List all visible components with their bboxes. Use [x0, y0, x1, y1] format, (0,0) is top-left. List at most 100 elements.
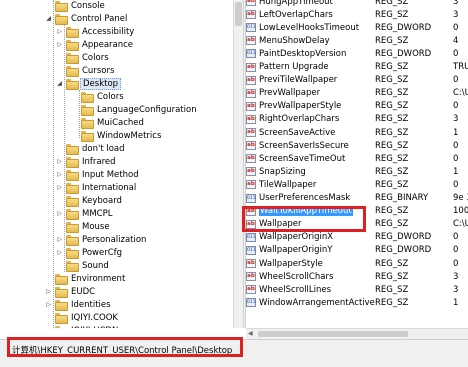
tree-item-label: Colors [97, 91, 124, 102]
value-row[interactable]: 011 WallpaperOriginY REG_DWORD 0 [246, 244, 468, 257]
expand-arrow-icon[interactable]: ▷ [45, 301, 52, 308]
tree-item[interactable]: Colors [71, 90, 126, 103]
tree-item[interactable]: LanguageConfiguration [71, 103, 199, 116]
tree-item[interactable]: Console [45, 0, 107, 12]
value-row[interactable]: ab TileWallpaper REG_SZ 0 [246, 178, 468, 191]
value-row[interactable]: 011 LowLevelHooksTimeout REG_DWORD 0 [246, 21, 468, 34]
binary-value-icon: 011 [246, 298, 256, 308]
registry-values-list[interactable]: ab HungAppTimeout REG_SZ 3 ab LeftOverlapChar… [246, 0, 468, 328]
value-name: LowLevelHooksTimeout [259, 22, 360, 33]
value-data: 0 [453, 232, 459, 243]
value-row[interactable]: ab SnapSizing REG_SZ 1 [246, 165, 468, 178]
value-row[interactable]: 011UserPreferencesMask REG_BINARY 9e 3 [246, 192, 468, 205]
tree-item[interactable]: Colors [56, 51, 111, 64]
value-type: REG_SZ [375, 206, 409, 217]
value-row[interactable]: 011 PaintDesktopVersion REG_DWORD 0 [246, 47, 468, 60]
tree-item[interactable]: Cursors [56, 64, 116, 77]
value-row[interactable]: ab Pattern Upgrade REG_SZ TRU [246, 61, 468, 74]
value-row[interactable]: ab WaitToKillAppTimeout REG_SZ 100 [246, 205, 468, 218]
tree-item[interactable]: MuiCached [71, 116, 146, 129]
folder-icon [66, 222, 79, 233]
value-type: REG_DWORD [375, 48, 432, 59]
tree-item[interactable]: ▷ Identities [45, 298, 113, 311]
tree-item[interactable]: ▷ Accessibility [56, 25, 136, 38]
value-type: REG_SZ [375, 284, 409, 295]
tree-item-label: Colors [82, 52, 109, 63]
tree-item[interactable]: IQIYI.HCDN [45, 324, 120, 328]
tree-item[interactable]: ▷ PowerCfg [56, 246, 124, 259]
value-data: TRU [453, 62, 468, 72]
tree-item-label: MuiCached [97, 117, 144, 128]
expand-arrow-icon[interactable]: ▷ [56, 249, 63, 256]
expand-arrow-icon[interactable]: ▷ [56, 210, 63, 217]
value-row[interactable]: ab Wallpaper REG_SZ C:\U [246, 218, 468, 231]
value-row[interactable]: 011 WallpaperOriginX REG_DWORD 0 [246, 231, 468, 244]
expand-arrow-icon[interactable]: ▷ [56, 184, 63, 191]
tree-item[interactable]: IQIYI.COOK [45, 311, 120, 324]
tree-item[interactable]: ▷ International [56, 181, 138, 194]
tree-item-label: IQIYI.COOK [71, 312, 118, 323]
value-name-cell: ab MenuShowDelay [246, 36, 330, 46]
expand-arrow-icon[interactable]: ▷ [56, 171, 63, 178]
tree-item[interactable]: Keyboard [56, 194, 124, 207]
tree-item[interactable]: Sound [56, 259, 111, 272]
expand-arrow-icon[interactable]: ▷ [45, 288, 52, 295]
tree-scroll-thumb[interactable] [235, 2, 242, 26]
folder-icon [66, 27, 79, 38]
value-row[interactable]: ab HungAppTimeout REG_SZ 3 [246, 0, 468, 8]
tree-item[interactable]: don't load [56, 142, 127, 155]
value-type: REG_DWORD [375, 245, 432, 256]
value-row[interactable]: ab PreviTileWallpaper REG_SZ 0 [246, 74, 468, 87]
tree-item[interactable]: Environment [45, 272, 127, 285]
value-name-cell: ab PrevWallpaper [246, 88, 320, 98]
tree-item[interactable]: ▷ Infrared [56, 155, 118, 168]
expand-arrow-icon[interactable]: ▷ [56, 41, 63, 48]
scroll-left-icon[interactable]: ◀ [248, 330, 256, 338]
tree-item[interactable]: ◢ Desktop [56, 77, 122, 90]
tree-vertical-scrollbar[interactable] [233, 0, 243, 328]
tree-item[interactable]: ▷ MMCPL [56, 207, 114, 220]
tree-item[interactable]: WindowMetrics [71, 129, 163, 142]
value-row[interactable]: ab PrevWallpaperStyle REG_SZ 0 [246, 100, 468, 113]
status-path: 计算机\HKEY_CURRENT_USER\Control Panel\Desk… [12, 346, 233, 356]
expand-arrow-icon[interactable]: ◢ [45, 15, 52, 22]
value-row[interactable]: ab ScreenSaverIsSecure REG_SZ 0 [246, 139, 468, 152]
values-scroll-thumb[interactable] [258, 331, 408, 337]
value-name: WallpaperStyle [259, 258, 323, 269]
value-row[interactable]: ab RightOverlapChars REG_SZ 3 [246, 113, 468, 126]
expand-arrow-icon[interactable]: ▷ [56, 158, 63, 165]
tree-item[interactable]: Mouse [56, 220, 112, 233]
tree-item[interactable]: ◢ Control Panel [45, 12, 129, 25]
folder-icon [55, 300, 68, 311]
folder-icon [66, 40, 79, 51]
value-row[interactable]: ab WallpaperStyle REG_SZ 0 [246, 257, 468, 270]
value-row[interactable]: 011 WindowArrangementActive REG_SZ 1 [246, 296, 468, 309]
expand-arrow-icon[interactable]: ▷ [56, 236, 63, 243]
value-data: 0 [453, 153, 459, 164]
value-row[interactable]: ab ScreenSaveTimeOut REG_SZ 0 [246, 152, 468, 165]
string-value-icon: ab [246, 101, 256, 111]
value-row[interactable]: ab MenuShowDelay REG_SZ 4 [246, 34, 468, 47]
expand-arrow-icon[interactable]: ▷ [56, 28, 63, 35]
expand-arrow-icon[interactable]: ◢ [56, 80, 63, 87]
value-data: 1 [453, 127, 459, 138]
tree-item[interactable]: ▷ Input Method [56, 168, 141, 181]
value-row[interactable]: ab ScreenSaveActive REG_SZ 1 [246, 126, 468, 139]
value-name-cell: ab SnapSizing [246, 167, 306, 177]
value-data: 1 [453, 166, 459, 177]
value-type: REG_SZ [375, 101, 409, 112]
value-row[interactable]: ab WheelScrollChars REG_SZ 3 [246, 270, 468, 283]
values-horizontal-scrollbar[interactable]: ◀ [246, 328, 468, 339]
value-row[interactable]: ab LeftOverlapChars REG_SZ 3 [246, 8, 468, 21]
tree-item[interactable]: ▷ Appearance [56, 38, 135, 51]
tree-item[interactable]: ▷ Personalization [56, 233, 148, 246]
folder-icon [55, 326, 66, 328]
value-row[interactable]: ab WheelScrollLines REG_SZ 3 [246, 283, 468, 296]
value-row[interactable]: ab PrevWallpaper REG_SZ C:\U [246, 87, 468, 100]
tree-item[interactable]: ▷ EUDC [45, 285, 97, 298]
registry-key-tree[interactable]: Console ◢ Control Panel ▷ Accessibility ▷ Appe… [0, 0, 233, 328]
